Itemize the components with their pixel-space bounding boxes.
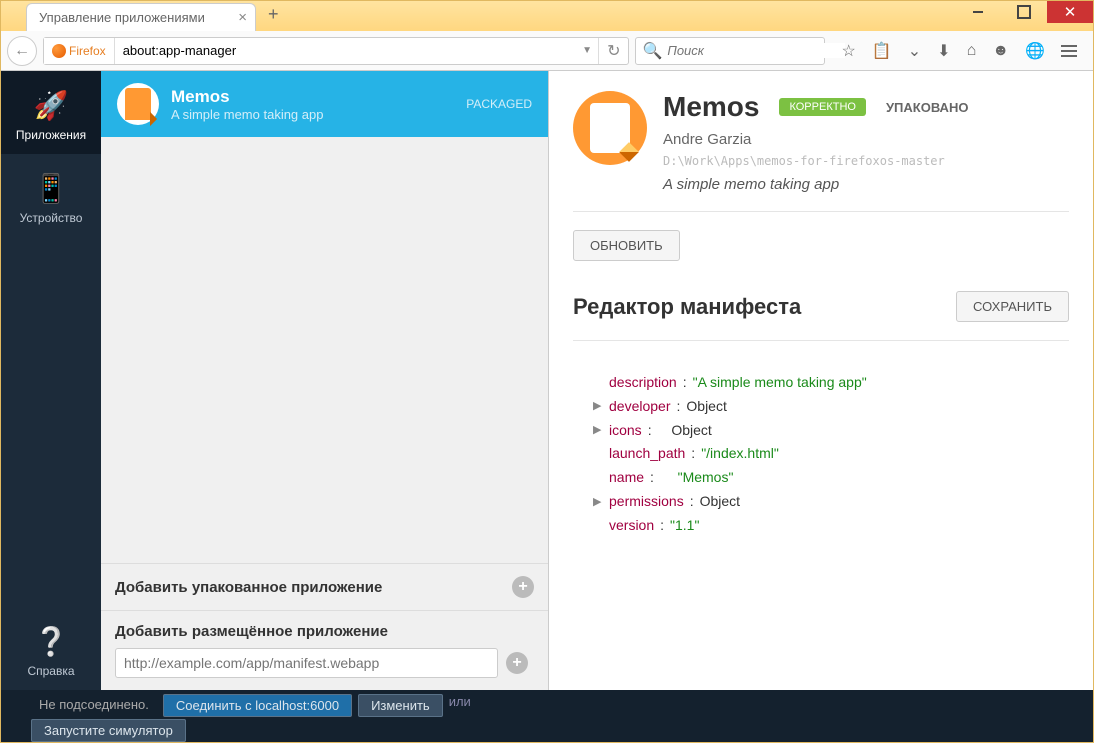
- app-name: Memos: [171, 87, 454, 107]
- pocket-icon[interactable]: ⌄: [908, 41, 921, 61]
- detail-app-icon: [573, 91, 647, 165]
- manifest-editor[interactable]: description: "A simple memo taking app" …: [573, 371, 1069, 538]
- app-icon: [117, 83, 159, 125]
- phone-icon: 📱: [34, 172, 69, 205]
- add-hosted-section: Добавить размещённое приложение +: [101, 610, 548, 690]
- download-icon[interactable]: ⬇: [937, 41, 950, 61]
- update-button[interactable]: ОБНОВИТЬ: [573, 230, 680, 261]
- expand-icon[interactable]: ▶: [593, 493, 603, 512]
- tab-title: Управление приложениями: [39, 10, 205, 25]
- reload-button[interactable]: ↻: [598, 38, 628, 64]
- smile-icon[interactable]: ☻: [992, 42, 1009, 60]
- packaged-label: УПАКОВАНО: [886, 100, 969, 115]
- menu-icon[interactable]: [1061, 45, 1077, 57]
- search-bar[interactable]: 🔍: [635, 37, 825, 65]
- help-icon: ❔: [34, 625, 69, 658]
- identity-box[interactable]: Firefox: [44, 38, 115, 64]
- save-button[interactable]: СОХРАНИТЬ: [956, 291, 1069, 322]
- url-input[interactable]: [115, 43, 576, 58]
- detail-title: Memos: [663, 91, 759, 123]
- detail-pane: Memos КОРРЕКТНО УПАКОВАНО Andre Garzia D…: [549, 71, 1093, 690]
- status-badge: КОРРЕКТНО: [779, 98, 865, 116]
- sidebar: 🚀 Приложения 📱 Устройство ❔ Справка: [1, 71, 101, 690]
- sidebar-item-apps[interactable]: 🚀 Приложения: [1, 71, 101, 154]
- expand-icon[interactable]: ▶: [593, 397, 603, 416]
- maximize-button[interactable]: [1001, 1, 1047, 23]
- app-list: Memos A simple memo taking app PACKAGED …: [101, 71, 549, 690]
- change-button[interactable]: Изменить: [358, 694, 443, 717]
- description: A simple memo taking app: [663, 176, 1069, 193]
- connect-button[interactable]: Соединить с localhost:6000: [163, 694, 352, 717]
- dropdown-icon[interactable]: ▼: [576, 45, 598, 56]
- app-type: PACKAGED: [466, 97, 532, 111]
- minimize-button[interactable]: [955, 1, 1001, 23]
- expand-icon[interactable]: ▶: [593, 421, 603, 440]
- toolbar: ← Firefox ▼ ↻ 🔍 ☆ 📋 ⌄ ⬇ ⌂ ☻ 🌐: [1, 31, 1093, 71]
- hosted-url-input[interactable]: [115, 648, 498, 678]
- manifest-editor-title: Редактор манифеста: [573, 294, 801, 320]
- search-input[interactable]: [667, 43, 845, 58]
- path: D:\Work\Apps\memos-for-firefoxos-master: [663, 154, 1069, 168]
- titlebar: Управление приложениями × + ✕: [1, 1, 1093, 31]
- start-simulator-button[interactable]: Запустите симулятор: [31, 719, 186, 742]
- add-packaged-button[interactable]: +: [512, 576, 534, 598]
- close-tab-icon[interactable]: ×: [238, 9, 247, 26]
- new-tab-button[interactable]: +: [268, 4, 279, 25]
- author: Andre Garzia: [663, 131, 1069, 148]
- sidebar-item-help[interactable]: ❔ Справка: [1, 607, 101, 690]
- app-desc: A simple memo taking app: [171, 107, 454, 122]
- bookmark-icon[interactable]: ☆: [841, 41, 855, 61]
- add-hosted-button[interactable]: +: [506, 652, 528, 674]
- app-list-item[interactable]: Memos A simple memo taking app PACKAGED: [101, 71, 548, 137]
- connection-bar: Не подсоединено. Соединить с localhost:6…: [1, 690, 1093, 742]
- add-packaged-section[interactable]: Добавить упакованное приложение +: [101, 563, 548, 610]
- home-icon[interactable]: ⌂: [967, 42, 977, 60]
- browser-tab[interactable]: Управление приложениями ×: [26, 3, 256, 31]
- url-bar[interactable]: Firefox ▼ ↻: [43, 37, 629, 65]
- connection-status: Не подсоединено.: [31, 694, 157, 715]
- window-close-button[interactable]: ✕: [1047, 1, 1093, 23]
- back-button[interactable]: ←: [7, 36, 37, 66]
- globe-icon[interactable]: 🌐: [1025, 41, 1045, 61]
- rocket-icon: 🚀: [34, 89, 69, 122]
- clipboard-icon[interactable]: 📋: [872, 41, 892, 61]
- firefox-icon: [52, 44, 66, 58]
- search-icon: 🔍: [642, 41, 662, 61]
- sidebar-item-device[interactable]: 📱 Устройство: [1, 154, 101, 237]
